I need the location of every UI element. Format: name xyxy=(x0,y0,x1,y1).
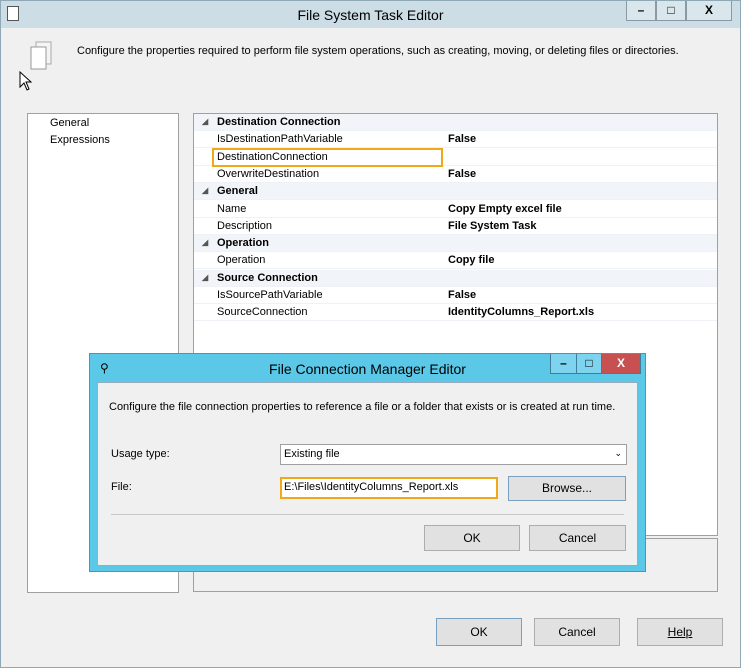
ok-button[interactable]: OK xyxy=(436,618,522,646)
highlight-destination-connection xyxy=(212,148,443,167)
collapse-triangle-icon[interactable]: ◢ xyxy=(202,186,208,195)
property-group-row[interactable]: ◢ Source Connection xyxy=(194,269,717,287)
nav-item-expressions[interactable]: Expressions xyxy=(50,134,110,146)
property-row[interactable]: Description File System Task xyxy=(194,218,717,235)
browse-button[interactable]: Browse... xyxy=(508,476,626,501)
group-name: General xyxy=(217,185,258,198)
property-name: OverwriteDestination xyxy=(217,167,320,180)
collapse-triangle-icon[interactable]: ◢ xyxy=(202,238,208,247)
group-name: Source Connection xyxy=(217,271,318,284)
cancel-button[interactable]: Cancel xyxy=(534,618,620,646)
collapse-triangle-icon[interactable]: ◢ xyxy=(202,273,208,282)
title-bar[interactable]: File System Task Editor – □ X xyxy=(1,1,740,28)
property-row[interactable]: Operation Copy file xyxy=(194,252,717,270)
file-connection-manager-dialog: ⚲ File Connection Manager Editor – □ X C… xyxy=(89,353,646,572)
property-name: Operation xyxy=(217,254,266,267)
file-label: File: xyxy=(111,481,132,493)
usage-type-value: Existing file xyxy=(284,448,340,460)
group-name: Destination Connection xyxy=(217,116,341,128)
close-button[interactable]: X xyxy=(686,1,732,21)
dialog-cancel-button[interactable]: Cancel xyxy=(529,525,626,551)
dialog-maximize-button[interactable]: □ xyxy=(576,354,602,374)
property-row[interactable]: Name Copy Empty excel file xyxy=(194,201,717,218)
dialog-description: Configure the file connection properties… xyxy=(109,401,616,413)
property-group-row[interactable]: ◢ Destination Connection xyxy=(194,114,717,131)
property-value[interactable]: Copy Empty excel file xyxy=(448,203,562,215)
dialog-close-button[interactable]: X xyxy=(601,354,641,374)
property-name: IsSourcePathVariable xyxy=(217,289,323,301)
property-row[interactable]: IsDestinationPathVariable False xyxy=(194,131,717,149)
chevron-down-icon: ⌄ xyxy=(614,448,622,458)
property-name: Name xyxy=(217,202,247,215)
task-description: Configure the properties required to per… xyxy=(77,45,679,57)
property-value[interactable]: False xyxy=(448,133,476,145)
collapse-triangle-icon[interactable]: ◢ xyxy=(202,117,208,126)
property-row[interactable]: IsSourcePathVariable False xyxy=(194,287,717,304)
property-name: SourceConnection xyxy=(217,306,308,319)
nav-item-general[interactable]: General xyxy=(50,117,89,129)
property-row[interactable]: OverwriteDestination False xyxy=(194,166,717,183)
group-name: Operation xyxy=(217,237,269,250)
property-value[interactable]: False xyxy=(448,289,476,301)
property-value[interactable]: File System Task xyxy=(448,220,536,232)
file-path-input[interactable]: E:\Files\IdentityColumns_Report.xls xyxy=(280,477,498,499)
documents-icon xyxy=(30,41,52,70)
help-button[interactable]: Help xyxy=(637,618,723,646)
property-row[interactable]: SourceConnection IdentityColumns_Report.x… xyxy=(194,304,717,322)
mouse-cursor-icon xyxy=(19,71,33,91)
property-name: IsDestinationPathVariable xyxy=(217,133,343,146)
usage-type-select[interactable]: Existing file ⌄ xyxy=(280,444,627,465)
property-group-row[interactable]: ◢ Operation xyxy=(194,235,717,253)
dialog-minimize-button[interactable]: – xyxy=(550,354,577,374)
property-value[interactable]: False xyxy=(448,168,476,180)
minimize-button[interactable]: – xyxy=(626,1,656,21)
usage-type-label: Usage type: xyxy=(111,448,170,460)
property-value[interactable]: Copy file xyxy=(448,254,494,266)
maximize-button[interactable]: □ xyxy=(656,1,686,21)
dialog-ok-button[interactable]: OK xyxy=(424,525,520,551)
divider xyxy=(111,514,624,515)
property-name: Description xyxy=(217,219,273,232)
property-value[interactable]: IdentityColumns_Report.xls xyxy=(448,306,594,318)
property-group-row[interactable]: ◢ General xyxy=(194,183,717,201)
